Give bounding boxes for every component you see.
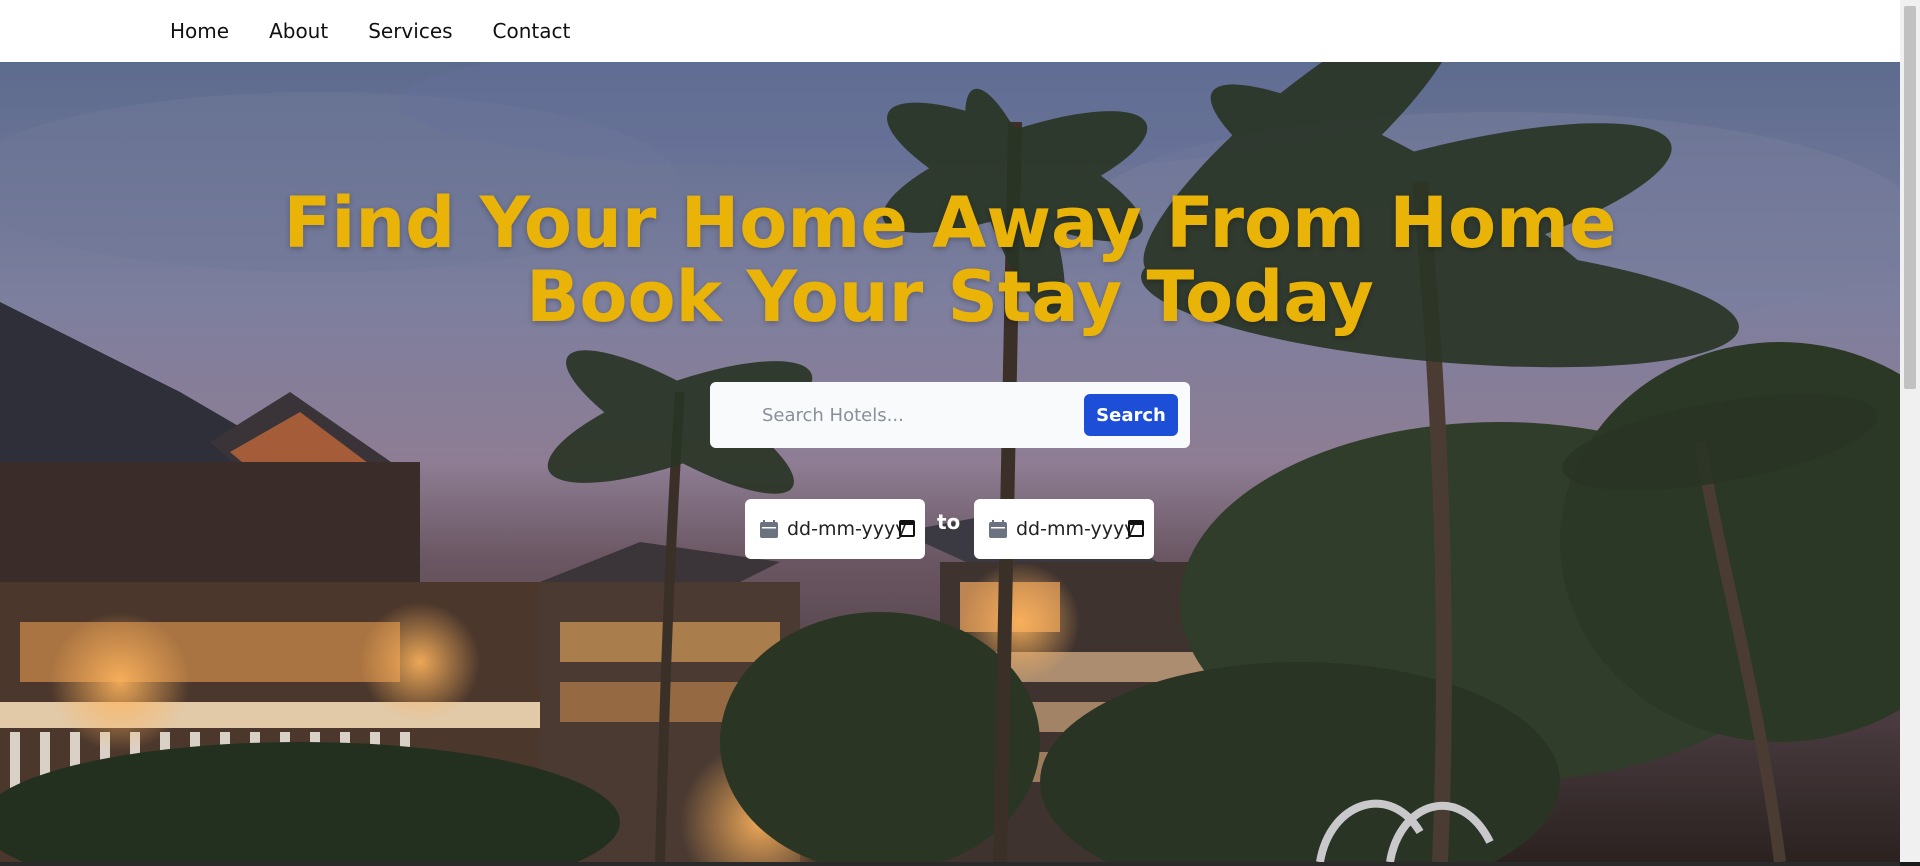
nav-link-about[interactable]: About bbox=[269, 19, 328, 43]
calendar-icon bbox=[989, 520, 1007, 538]
page: Home About Services Contact Find Your Ho… bbox=[0, 0, 1920, 866]
hero-headline-line-2: Book Your Stay Today bbox=[526, 256, 1374, 338]
nav-link-home[interactable]: Home bbox=[170, 19, 229, 43]
check-in-date-field[interactable]: dd-mm-yyyy bbox=[745, 499, 925, 559]
bottom-edge-bar bbox=[0, 862, 1900, 866]
calendar-picker-icon[interactable] bbox=[899, 519, 915, 537]
calendar-icon bbox=[760, 520, 778, 538]
search-button[interactable]: Search bbox=[1084, 394, 1178, 436]
calendar-picker-icon[interactable] bbox=[1128, 519, 1144, 537]
check-out-date-field[interactable]: dd-mm-yyyy bbox=[974, 499, 1154, 559]
scrollbar-thumb[interactable] bbox=[1904, 6, 1916, 389]
check-out-date-text: dd-mm-yyyy bbox=[1016, 518, 1136, 540]
date-range-separator: to bbox=[937, 510, 961, 534]
hero-content: Find Your Home Away From Home Book Your … bbox=[0, 62, 1900, 862]
hotel-search-box: Search bbox=[710, 382, 1190, 448]
hero-section: Find Your Home Away From Home Book Your … bbox=[0, 62, 1900, 862]
vertical-scrollbar[interactable] bbox=[1900, 0, 1920, 862]
hotel-search-input[interactable] bbox=[760, 403, 1064, 427]
check-in-date-text: dd-mm-yyyy bbox=[787, 518, 907, 540]
nav-link-contact[interactable]: Contact bbox=[493, 19, 571, 43]
nav-link-services[interactable]: Services bbox=[368, 19, 452, 43]
top-navbar: Home About Services Contact bbox=[0, 0, 1900, 62]
hero-headline-line-1: Find Your Home Away From Home bbox=[283, 182, 1617, 264]
